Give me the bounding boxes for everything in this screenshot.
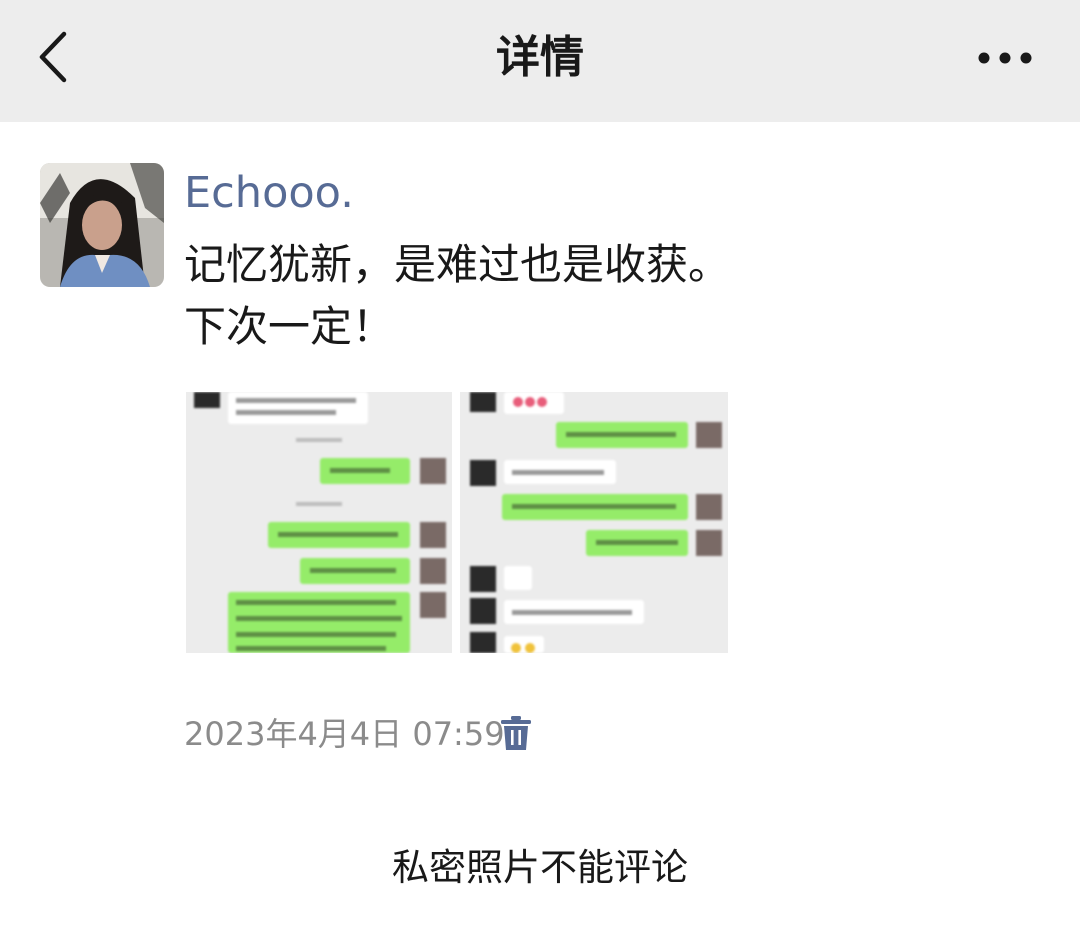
avatar[interactable] [40, 163, 164, 287]
no-comment-notice: 私密照片不能评论 [392, 846, 688, 889]
more-dots-icon[interactable] [972, 40, 1038, 76]
post-timestamp: 2023年4月4日 07:59 [184, 715, 505, 753]
post-photo[interactable] [186, 392, 728, 653]
trash-icon[interactable] [500, 714, 532, 752]
post-text: 记忆犹新，是难过也是收获。 下次一定！ [184, 240, 731, 351]
top-navigation-bar: 详情 [0, 0, 1080, 122]
page-title: 详情 [496, 32, 584, 83]
post-author-name[interactable]: Echooo. [184, 166, 354, 220]
